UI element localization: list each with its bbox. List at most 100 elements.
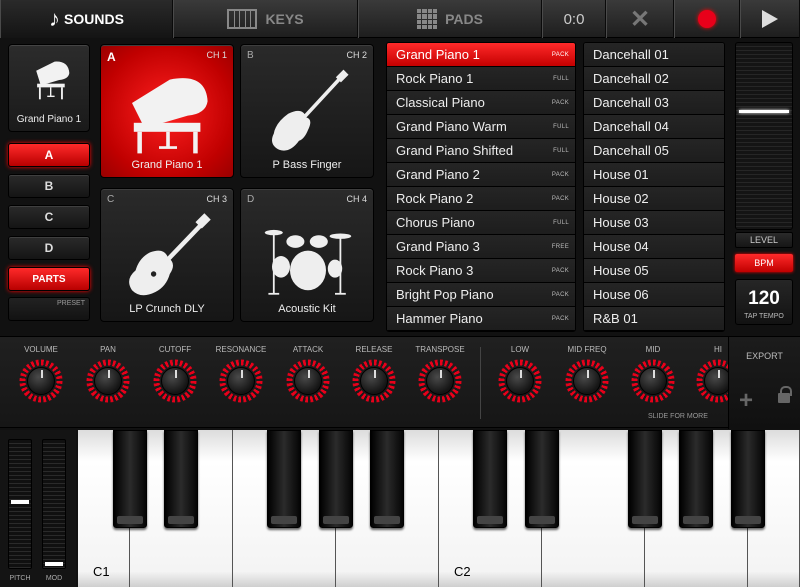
style-list-item[interactable]: House 06 (584, 283, 724, 307)
slot-c-button[interactable]: C (8, 205, 90, 229)
slot-b[interactable]: B CH 2 P Bass Finger (240, 44, 374, 178)
knob-dial[interactable] (86, 359, 130, 403)
black-key[interactable] (370, 430, 404, 528)
knob-pan[interactable]: PAN (78, 337, 138, 403)
lock-icon[interactable] (778, 386, 792, 403)
plus-icon[interactable]: + (739, 387, 753, 415)
knob-dial[interactable] (19, 359, 63, 403)
knob-dial[interactable] (286, 359, 330, 403)
style-list-item[interactable]: Dancehall 02 (584, 67, 724, 91)
preset-list-item[interactable]: Grand Piano 1 PACK (387, 43, 575, 67)
style-name: R&B 01 (593, 311, 638, 326)
slot-d-button[interactable]: D (8, 236, 90, 260)
knob-release[interactable]: RELEASE (344, 337, 404, 403)
black-key[interactable] (679, 430, 713, 528)
mod-wheel-thumb (45, 562, 63, 566)
slot-channel: CH 3 (206, 194, 227, 204)
knob-mid[interactable]: MID (623, 337, 683, 403)
knob-cutoff[interactable]: CUTOFF (145, 337, 205, 403)
preset-list-item[interactable]: Bright Pop Piano PACK (387, 283, 575, 307)
preset-list-item[interactable]: Grand Piano 3 FREE (387, 235, 575, 259)
clear-button[interactable]: ✕ (606, 0, 674, 38)
preset-list-item[interactable]: Rock Piano 1 FULL (387, 67, 575, 91)
knob-dial[interactable] (219, 359, 263, 403)
black-key[interactable] (267, 430, 301, 528)
slot-a-button[interactable]: A (8, 143, 90, 167)
black-key[interactable] (319, 430, 353, 528)
preset-name: Chorus Piano (396, 215, 475, 230)
preset-list-item[interactable]: Chorus Piano FULL (387, 211, 575, 235)
export-panel: EXPORT + (728, 337, 800, 429)
parts-button[interactable]: PARTS (8, 267, 90, 291)
black-key[interactable] (628, 430, 662, 528)
current-instrument-card[interactable]: Grand Piano 1 (8, 44, 90, 132)
preset-list-item[interactable]: Rock Piano 3 PACK (387, 259, 575, 283)
style-list-item[interactable]: R&B 01 (584, 307, 724, 331)
black-key[interactable] (113, 430, 147, 528)
style-list-item[interactable]: House 03 (584, 211, 724, 235)
style-list-item[interactable]: Dancehall 05 (584, 139, 724, 163)
style-list-item[interactable]: House 01 (584, 163, 724, 187)
knob-mid-freq[interactable]: MID FREQ (557, 337, 617, 403)
pads-tab[interactable]: PADS (358, 0, 542, 38)
knob-low[interactable]: LOW (490, 337, 550, 403)
slot-c[interactable]: C CH 3 LP Crunch DLY (100, 188, 234, 322)
style-list-item[interactable]: Dancehall 04 (584, 115, 724, 139)
preset-tag: FULL (553, 75, 569, 82)
slot-channel: CH 1 (206, 50, 227, 60)
knob-dial[interactable] (352, 359, 396, 403)
preset-name: Rock Piano 3 (396, 263, 474, 278)
sounds-tab-label: SOUNDS (64, 11, 124, 27)
preset-button-label: PRESET (56, 300, 85, 307)
pitch-wheel[interactable] (8, 439, 32, 569)
style-list-item[interactable]: Dancehall 03 (584, 91, 724, 115)
preset-name: Grand Piano 2 (396, 167, 480, 182)
slot-b-button[interactable]: B (8, 174, 90, 198)
record-button[interactable] (674, 0, 740, 38)
black-key[interactable] (164, 430, 198, 528)
preset-list-item[interactable]: Grand Piano 2 PACK (387, 163, 575, 187)
knob-dial[interactable] (565, 359, 609, 403)
knob-dial[interactable] (498, 359, 542, 403)
style-list-item[interactable]: House 05 (584, 259, 724, 283)
music-note-icon: ♪ (49, 6, 61, 31)
slot-a[interactable]: A CH 1 Grand Piano 1 (100, 44, 234, 178)
preset-list-item[interactable]: Rock Piano 2 PACK (387, 187, 575, 211)
slot-d[interactable]: D CH 4 Acoustic Kit (240, 188, 374, 322)
knob-transpose[interactable]: TRANSPOSE (410, 337, 470, 403)
play-button[interactable] (740, 0, 800, 38)
black-key[interactable] (525, 430, 559, 528)
preset-name: Classical Piano (396, 95, 485, 110)
tap-tempo-button[interactable]: 120 TAP TEMPO (735, 279, 793, 325)
knob-dial[interactable] (631, 359, 675, 403)
black-key[interactable] (731, 430, 765, 528)
knob-dial[interactable] (153, 359, 197, 403)
style-list-item[interactable]: House 04 (584, 235, 724, 259)
preset-button[interactable]: PRESET (8, 297, 90, 321)
style-list-item[interactable]: Dancehall 01 (584, 43, 724, 67)
knob-volume[interactable]: VOLUME (11, 337, 71, 403)
mod-wheel[interactable] (42, 439, 66, 569)
knob-attack[interactable]: ATTACK (278, 337, 338, 403)
level-slider-thumb[interactable] (739, 110, 789, 113)
knob-dial[interactable] (418, 359, 462, 403)
slot-channel: CH 4 (346, 194, 367, 204)
preset-list-item[interactable]: Grand Piano Warm FULL (387, 115, 575, 139)
knob-label: CUTOFF (158, 345, 192, 354)
preset-list-item[interactable]: Grand Piano Shifted FULL (387, 139, 575, 163)
knob-divider (480, 347, 481, 419)
slot-name: P Bass Finger (272, 159, 342, 171)
bpm-button[interactable]: BPM (735, 254, 793, 272)
sounds-tab[interactable]: ♪ SOUNDS (0, 0, 173, 38)
style-list-item[interactable]: House 02 (584, 187, 724, 211)
preset-list-item[interactable]: Hammer Piano PACK (387, 307, 575, 331)
style-name: Dancehall 05 (593, 143, 669, 158)
level-button[interactable]: LEVEL (735, 232, 793, 248)
black-key[interactable] (473, 430, 507, 528)
preset-list-item[interactable]: Classical Piano PACK (387, 91, 575, 115)
knob-resonance[interactable]: RESONANCE (211, 337, 271, 403)
level-slider[interactable] (735, 42, 793, 230)
keys-tab[interactable]: KEYS (173, 0, 358, 38)
tap-tempo-label: TAP TEMPO (744, 313, 784, 320)
close-icon: ✕ (629, 5, 651, 33)
